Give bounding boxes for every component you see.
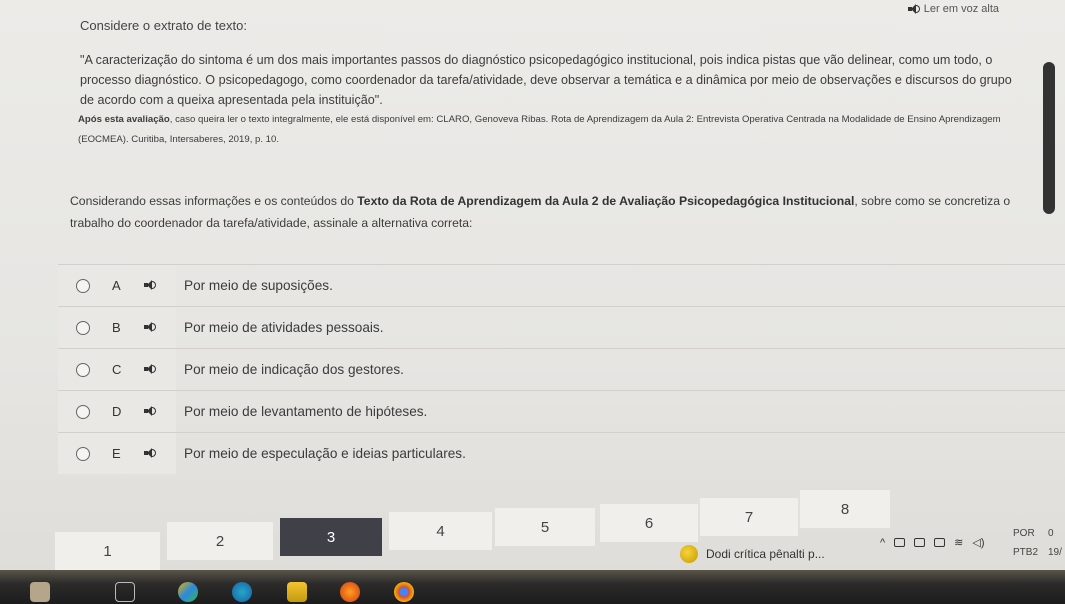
listen-aloud-button[interactable]: Ler em voz alta bbox=[907, 3, 999, 15]
option-b[interactable]: B Por meio de atividades pessoais. bbox=[58, 306, 1065, 348]
radio-button[interactable] bbox=[76, 320, 90, 335]
question-page: Ler em voz alta Considere o extrato de t… bbox=[0, 0, 1065, 604]
option-text: Por meio de suposições. bbox=[184, 278, 333, 293]
option-text: Por meio de atividades pessoais. bbox=[184, 320, 384, 335]
system-tray: ^ ≋ ◁) bbox=[880, 536, 985, 550]
soccer-ball-icon bbox=[680, 545, 698, 563]
speaker-icon[interactable] bbox=[144, 448, 158, 459]
prompt-start: Considerando essas informações e os cont… bbox=[70, 194, 358, 208]
chrome-icon[interactable] bbox=[394, 582, 414, 602]
option-letter: C bbox=[112, 362, 122, 377]
option-letter: E bbox=[112, 446, 121, 461]
edge-icon[interactable] bbox=[232, 582, 252, 602]
scrollbar[interactable] bbox=[1043, 62, 1055, 214]
page-7-button[interactable]: 7 bbox=[700, 498, 798, 536]
excerpt-heading: Considere o extrato de texto: bbox=[80, 18, 247, 33]
source-rest: , caso queira ler o texto integralmente,… bbox=[78, 114, 1001, 145]
option-a[interactable]: A Por meio de suposições. bbox=[58, 264, 1065, 306]
prompt-bold: Texto da Rota de Aprendizagem da Aula 2 … bbox=[357, 194, 855, 208]
speaker-icon[interactable] bbox=[144, 280, 158, 291]
clock-time: 0 bbox=[1048, 528, 1054, 539]
option-text: Por meio de especulação e ideias particu… bbox=[184, 446, 466, 461]
page-8-button[interactable]: 8 bbox=[800, 490, 890, 528]
volume-icon[interactable]: ◁) bbox=[972, 536, 984, 549]
option-c[interactable]: C Por meio de indicação dos gestores. bbox=[58, 348, 1065, 390]
radio-button[interactable] bbox=[76, 278, 90, 293]
page-6-button[interactable]: 6 bbox=[600, 504, 698, 542]
source-bold: Após esta avaliação bbox=[78, 114, 170, 125]
file-explorer-icon[interactable] bbox=[287, 582, 307, 602]
option-letter: D bbox=[112, 404, 122, 419]
taskbar bbox=[0, 570, 1065, 604]
language-indicator[interactable]: POR PTB2 bbox=[1013, 524, 1038, 562]
clock[interactable]: 0 19/ bbox=[1048, 524, 1062, 562]
radio-button[interactable] bbox=[76, 362, 90, 377]
wifi-icon[interactable]: ≋ bbox=[954, 536, 963, 549]
speaker-icon[interactable] bbox=[144, 364, 158, 375]
excerpt-quote: "A caracterização do sintoma é um dos ma… bbox=[80, 53, 1012, 107]
speaker-icon[interactable] bbox=[144, 322, 158, 333]
speaker-icon bbox=[907, 4, 920, 14]
answer-options: A Por meio de suposições. B Por meio de … bbox=[58, 264, 1065, 474]
listen-aloud-label: Ler em voz alta bbox=[923, 3, 999, 15]
chevron-up-icon[interactable]: ^ bbox=[880, 537, 885, 549]
page-4-button[interactable]: 4 bbox=[389, 512, 492, 550]
battery-icon[interactable] bbox=[934, 538, 946, 547]
camera-icon[interactable] bbox=[894, 538, 906, 547]
news-text: Dodi crítica pênalti p... bbox=[706, 547, 825, 561]
language-bottom: PTB2 bbox=[1013, 547, 1039, 558]
page-2-button[interactable]: 2 bbox=[167, 522, 273, 560]
option-d[interactable]: D Por meio de levantamento de hipóteses. bbox=[58, 390, 1065, 432]
firefox-icon[interactable] bbox=[340, 582, 360, 602]
page-5-button[interactable]: 5 bbox=[495, 508, 595, 546]
photos-icon[interactable] bbox=[178, 582, 198, 602]
radio-button[interactable] bbox=[76, 446, 90, 461]
option-text: Por meio de indicação dos gestores. bbox=[184, 362, 404, 377]
option-letter: B bbox=[112, 320, 121, 335]
radio-button[interactable] bbox=[76, 404, 90, 419]
keyboard-icon[interactable] bbox=[914, 538, 926, 547]
news-widget[interactable]: Dodi crítica pênalti p... bbox=[680, 545, 825, 563]
speaker-icon[interactable] bbox=[144, 406, 158, 417]
excerpt-source: Após esta avaliação, caso queira ler o t… bbox=[78, 110, 1018, 150]
search-icon[interactable] bbox=[30, 582, 50, 602]
page-1-button[interactable]: 1 bbox=[55, 532, 160, 570]
language-top: POR bbox=[1013, 528, 1035, 539]
option-text: Por meio de levantamento de hipóteses. bbox=[184, 404, 428, 419]
option-letter: A bbox=[112, 278, 121, 293]
task-view-icon[interactable] bbox=[115, 582, 135, 602]
clock-date: 19/ bbox=[1048, 547, 1062, 558]
question-prompt: Considerando essas informações e os cont… bbox=[70, 190, 1050, 234]
option-e[interactable]: E Por meio de especulação e ideias parti… bbox=[58, 432, 1065, 474]
page-3-button[interactable]: 3 bbox=[280, 518, 382, 556]
